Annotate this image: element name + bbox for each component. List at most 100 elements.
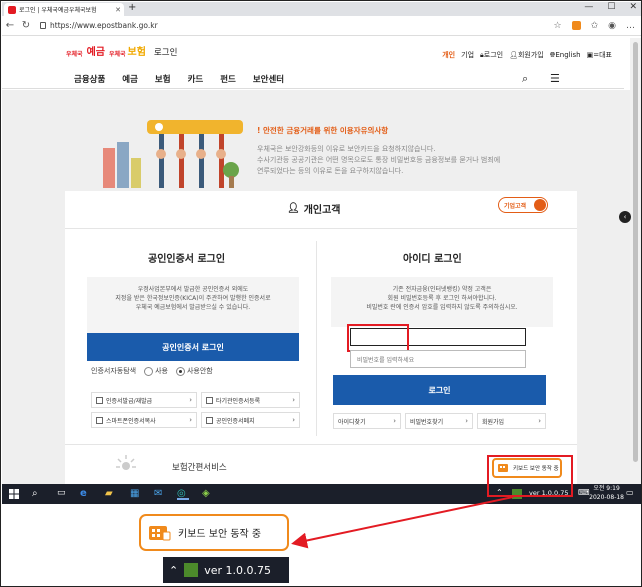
notice-line: 연루되었다는 등의 이유로 돈을 요구하지않습니다. xyxy=(257,167,404,175)
cert-issue-link[interactable]: 인증서발급/재발급 › xyxy=(91,392,197,408)
nav-item-insurance[interactable]: 보험 xyxy=(155,73,171,85)
cert-login-button[interactable]: 공인인증서 로그인 xyxy=(87,333,299,361)
clock-date: 2020-08-18 xyxy=(589,494,624,501)
util-link-personal[interactable]: 개인 xyxy=(442,50,455,60)
cert-info-box: 우정사업본부에서 발급한 공인인증서 외에도 지정을 받은 한국정보인증(KIC… xyxy=(87,277,299,333)
profile-icon[interactable]: ◉ xyxy=(608,21,616,31)
nav-item-security[interactable]: 보안센터 xyxy=(253,73,284,85)
browser-tabbar: 로그인 | 우체국예금우체국보험 ✕ + — ☐ ✕ xyxy=(2,2,641,16)
login-card: 👤︎ 개인고객 기업고객 공인인증서 로그인 우정사업본부에서 발급한 공인인증… xyxy=(65,191,577,484)
page-title: 로그인 xyxy=(153,48,178,58)
chevron-right-icon: › xyxy=(393,417,396,425)
minimize-icon[interactable]: — xyxy=(584,2,593,12)
link-label: 타기관인증서등록 xyxy=(216,397,261,405)
maximize-icon[interactable]: ☐ xyxy=(607,2,615,12)
util-link-login[interactable]: 🔒︎로그인 xyxy=(480,50,503,60)
logo-text: 우체국 xyxy=(108,51,126,58)
cert-info-line: 지정을 받은 한국정보인증(KICA)이 주관하여 발행한 인증서로 xyxy=(115,295,271,302)
join-link[interactable]: 회원가입 › xyxy=(477,413,546,429)
more-icon[interactable]: … xyxy=(626,21,635,31)
screenshot-frame: 로그인 | 우체국예금우체국보험 ✕ + — ☐ ✕ ← ↻ https://w… xyxy=(0,0,642,587)
phone-icon xyxy=(96,416,103,424)
util-link-business[interactable]: 기업 xyxy=(461,50,474,60)
windows-start-icon[interactable] xyxy=(8,488,20,500)
mail-icon[interactable]: ✉ xyxy=(154,488,166,500)
page-scrollbar[interactable] xyxy=(630,38,641,484)
chevron-right-icon: › xyxy=(292,416,295,424)
app-icon[interactable]: ◈ xyxy=(202,488,214,500)
notification-icon[interactable]: ▭ xyxy=(626,488,638,500)
notice-line: 우체국은 보안강화등의 이유로 보안카드을 요청하지않습니다. xyxy=(257,145,436,153)
business-toggle[interactable]: 기업고객 xyxy=(498,197,548,213)
cert-copy-link[interactable]: 스마트폰인증서복사 › xyxy=(91,412,197,428)
extension-icon[interactable] xyxy=(571,21,581,30)
util-link-main[interactable]: ▣=대표 xyxy=(587,50,612,60)
url-text: https://www.epostbank.go.kr xyxy=(50,21,158,30)
notice-text: 우체국은 보안강화등의 이유로 보안카드을 요청하지않습니다. 수사기관등 공공… xyxy=(257,144,617,177)
keyboard-security-popup-zoom: 키보드 보안 동작 중 xyxy=(139,514,289,551)
nav-item-products[interactable]: 금융상품 xyxy=(74,73,105,85)
browser-tab[interactable]: 로그인 | 우체국예금우체국보험 ✕ xyxy=(4,3,124,16)
hamburger-menu-icon[interactable]: ☰ xyxy=(550,72,560,85)
search-icon[interactable]: ⌕ xyxy=(522,72,528,86)
refresh-icon[interactable]: ↻ xyxy=(18,20,34,31)
address-bar: ← ↻ https://www.epostbank.go.kr ☆ ✩ ◉ … xyxy=(2,16,641,36)
highlight-box xyxy=(487,455,573,497)
security-illustration xyxy=(103,120,243,188)
tab-title: 로그인 | 우체국예금우체국보험 xyxy=(19,7,97,14)
chevron-up-icon: ⌃ xyxy=(169,563,179,577)
nav-item-deposit[interactable]: 예금 xyxy=(122,73,138,85)
id-login-title: 아이디 로그인 xyxy=(403,254,462,265)
nav-item-card[interactable]: 카드 xyxy=(188,73,204,85)
chevron-right-icon: › xyxy=(189,396,192,404)
link-label: 아이디찾기 xyxy=(338,418,366,426)
cert-login-title: 공인인증서 로그인 xyxy=(148,254,226,265)
logo-text: 예금 xyxy=(86,47,105,58)
cert-revoke-link[interactable]: 공인인증서폐지 › xyxy=(201,412,300,428)
link-label: 인증서발급/재발급 xyxy=(106,397,153,405)
insurance-title[interactable]: 보험간편서비스 xyxy=(172,461,227,473)
edge-icon[interactable]: e xyxy=(80,488,92,500)
close-tab-icon[interactable]: ✕ xyxy=(115,6,121,14)
find-id-link[interactable]: 아이디찾기 › xyxy=(333,413,401,429)
favorites-icon[interactable]: ✩ xyxy=(591,21,599,31)
scrollbar-thumb[interactable] xyxy=(633,42,638,462)
util-link-english[interactable]: 🌐︎English xyxy=(550,51,581,60)
find-password-link[interactable]: 비밀번호찾기 › xyxy=(405,413,473,429)
browser-app-icon[interactable]: ◎ xyxy=(177,488,189,500)
cert-register-link[interactable]: 타기관인증서등록 › xyxy=(201,392,300,408)
star-icon[interactable]: ☆ xyxy=(554,21,562,31)
chevron-right-icon: › xyxy=(538,417,541,425)
side-chevron-left-icon[interactable]: ‹ xyxy=(619,211,631,223)
cert-info-line: 우정사업본부에서 발급한 공인인증서 외에도 xyxy=(137,286,249,293)
close-icon[interactable]: ✕ xyxy=(629,2,637,12)
store-icon[interactable]: ▦ xyxy=(130,488,142,500)
password-input[interactable]: 비밀번호를 입력하세요 xyxy=(350,350,526,368)
search-icon[interactable]: ⌕ xyxy=(32,488,44,500)
link-label: 공인인증서폐지 xyxy=(216,417,255,425)
global-nav: 금융상품 예금 보험 카드 펀드 보안센터 ⌕ ☰ xyxy=(2,69,624,89)
browser-tools: ☆ ✩ ◉ … xyxy=(554,21,635,31)
chevron-right-icon: › xyxy=(292,396,295,404)
radio-nouse[interactable]: 사용안함 xyxy=(175,366,213,376)
nav-item-fund[interactable]: 펀드 xyxy=(220,73,236,85)
radio-button[interactable] xyxy=(144,366,154,376)
id-login-button[interactable]: 로그인 xyxy=(333,375,546,405)
site-logo[interactable]: 우체국 예금 우체국 보험 로그인 xyxy=(66,43,177,58)
folder-icon[interactable]: ▰ xyxy=(105,488,117,500)
util-link-join[interactable]: 👤︎회원가입 xyxy=(509,50,544,60)
user-icon: 👤︎ xyxy=(509,51,518,59)
back-icon[interactable]: ← xyxy=(2,20,18,31)
tray-app-icon xyxy=(184,563,199,577)
radio-use[interactable]: 사용 xyxy=(144,366,168,376)
radio-button[interactable] xyxy=(175,366,185,376)
plus-icon[interactable]: + xyxy=(128,2,136,13)
favicon-icon xyxy=(8,5,16,14)
popup-label: 키보드 보안 동작 중 xyxy=(178,529,262,540)
system-clock[interactable]: 오전 9:19 2020-08-18 xyxy=(589,484,624,502)
chevron-right-icon: › xyxy=(189,416,192,424)
sun-icon xyxy=(116,455,136,470)
url-field[interactable]: https://www.epostbank.go.kr xyxy=(40,21,158,30)
task-view-icon[interactable]: ▭ xyxy=(57,488,69,500)
logo-text: 우체국 xyxy=(66,51,83,58)
